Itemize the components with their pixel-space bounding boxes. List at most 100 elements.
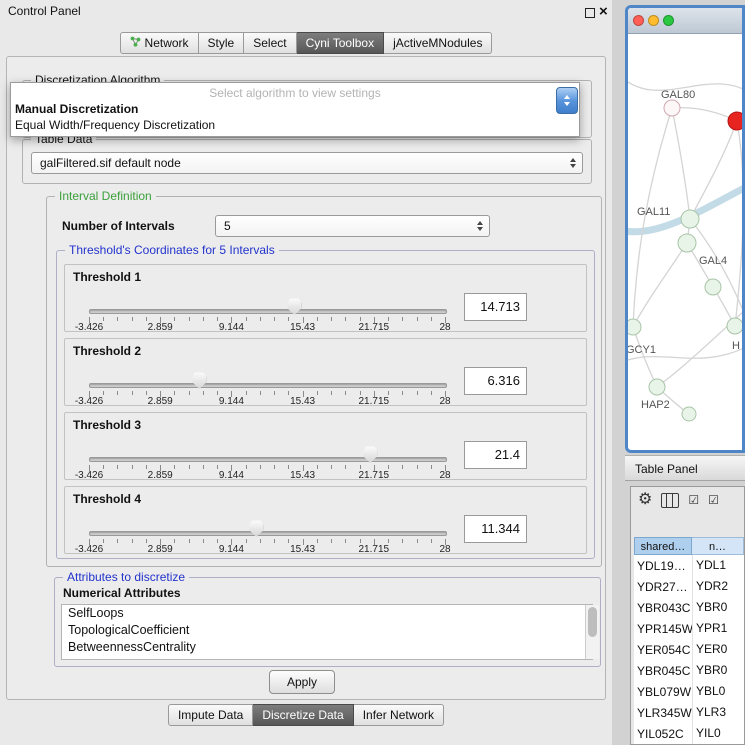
select-all-checkbox-icon[interactable]: ☑ [688,493,699,507]
network-edge [690,219,742,334]
tab-impute-data[interactable]: Impute Data [168,704,253,726]
network-node-gcy1[interactable] [628,319,641,335]
network-node[interactable] [728,112,742,130]
algorithm-combo-stepper[interactable] [556,87,578,114]
table-rows: YDL19…YDL1YDR27…YDR2YBR043CYBR0YPR145WYP… [634,555,744,744]
algorithm-option-manual-discretization[interactable]: Manual Discretization [11,101,579,117]
slider-tick [260,317,261,321]
table-row[interactable]: YPR145WYPR1 [634,618,744,639]
tab-discretize-data[interactable]: Discretize Data [253,704,353,726]
tab-label: Style [208,36,235,50]
table-row[interactable]: YBL079WYBL0 [634,681,744,702]
network-node-gal11[interactable] [681,210,699,228]
slider-tick [189,391,190,395]
tab-label: Discretize Data [262,708,343,722]
attributes-group: Attributes to discretize Numerical Attri… [54,577,601,667]
list-item-betweennesscentrality[interactable]: BetweennessCentrality [62,639,592,656]
tab-jactivemnodules[interactable]: jActiveMNodules [384,32,492,54]
slider-scale-label: -3.426 [75,396,103,407]
columns-icon[interactable] [661,493,679,508]
list-item-selfloops[interactable]: SelfLoops [62,605,592,622]
network-node-gal80[interactable] [664,100,680,116]
slider-tick [132,391,133,395]
slider-tick [246,317,247,321]
table-row[interactable]: YDR27…YDR2 [634,576,744,597]
slider-tick [217,391,218,395]
slider-tick [132,465,133,469]
slider-track[interactable] [89,383,447,388]
slider-scale-label: 21.715 [359,470,390,481]
slider-track[interactable] [89,531,447,536]
chevron-up-icon [564,95,570,99]
network-node-h[interactable] [727,318,742,334]
slider-tick [431,317,432,321]
slider-tick [117,465,118,469]
tab-select[interactable]: Select [244,32,296,54]
cell-shared-name: YLR345W [634,706,692,720]
column-header-name[interactable]: n… [692,537,744,555]
slider-track[interactable] [89,457,447,462]
gear-icon[interactable]: ⚙ [638,491,652,509]
table-row[interactable]: YBR045CYBR0 [634,660,744,681]
network-window-titlebar[interactable] [628,8,742,34]
table-row[interactable]: YDL19…YDL1 [634,555,744,576]
algorithm-options: Manual DiscretizationEqual Width/Frequen… [11,101,579,133]
window-title: Control Panel [8,4,81,18]
table-row[interactable]: YER054CYER0 [634,639,744,660]
threshold-value-field[interactable]: 21.4 [464,441,527,469]
algorithm-option-equal-width-frequency-discretization[interactable]: Equal Width/Frequency Discretization [11,117,579,133]
table-panel-header: Table Panel [625,455,745,481]
tab-label: Impute Data [178,708,243,722]
slider-tick [174,539,175,543]
slider-tick [317,465,318,469]
tab-label: Network [145,36,189,50]
zoom-traffic-light[interactable] [663,15,674,26]
network-node[interactable] [705,279,721,295]
slider-tick [360,317,361,321]
slider-tick [189,465,190,469]
slider-scale-label: -3.426 [75,322,103,333]
list-item-topologicalcoefficient[interactable]: TopologicalCoefficient [62,622,592,639]
network-canvas[interactable]: GAL80GAL11GAL4GCY1HHAP2 [628,34,742,451]
tab-label: jActiveMNodules [393,36,482,50]
threshold-value-field[interactable]: 14.713 [464,293,527,321]
slider-tick [388,317,389,321]
network-node[interactable] [682,407,696,421]
close-icon[interactable]: × [599,3,608,20]
apply-button[interactable]: Apply [269,670,335,694]
tab-cyni-toolbox[interactable]: Cyni Toolbox [297,32,384,54]
attributes-list[interactable]: SelfLoopsTopologicalCoefficientBetweenne… [61,604,593,660]
slider-scale-label: -3.426 [75,544,103,555]
slider-tick [417,391,418,395]
slider-tick [417,539,418,543]
tab-style[interactable]: Style [199,32,245,54]
slider-tick [402,391,403,395]
node-label: GCY1 [628,344,656,356]
column-header-shared-name[interactable]: shared… [634,537,692,555]
float-window-icon[interactable] [585,8,595,18]
num-intervals-combo[interactable]: 5 [215,215,490,237]
tab-network[interactable]: Network [120,32,199,54]
threshold-value-field[interactable]: 11.344 [464,515,527,543]
table-row[interactable]: YLR345WYLR3 [634,702,744,723]
slider-tick [103,317,104,321]
network-icon [130,36,141,50]
slider-scale-label: 15.43 [290,470,315,481]
slider-scale-label: 15.43 [290,322,315,333]
scrollbar-thumb[interactable] [588,607,597,637]
slider-tick [246,465,247,469]
select-functions-checkbox-icon[interactable]: ☑ [708,493,719,507]
table-data-combo[interactable]: galFiltered.sif default node [31,152,583,174]
table-row[interactable]: YBR043CYBR0 [634,597,744,618]
network-node-gal4[interactable] [678,234,696,252]
attributes-scrollbar[interactable] [585,605,599,659]
slider-scale-label: 15.43 [290,544,315,555]
slider-track[interactable] [89,309,447,314]
table-row[interactable]: YIL052CYIL0 [634,723,744,744]
slider-tick [417,465,418,469]
tab-infer-network[interactable]: Infer Network [354,704,444,726]
network-node-hap2[interactable] [649,379,665,395]
minimize-traffic-light[interactable] [648,15,659,26]
close-traffic-light[interactable] [633,15,644,26]
threshold-value-field[interactable]: 6.316 [464,367,527,395]
